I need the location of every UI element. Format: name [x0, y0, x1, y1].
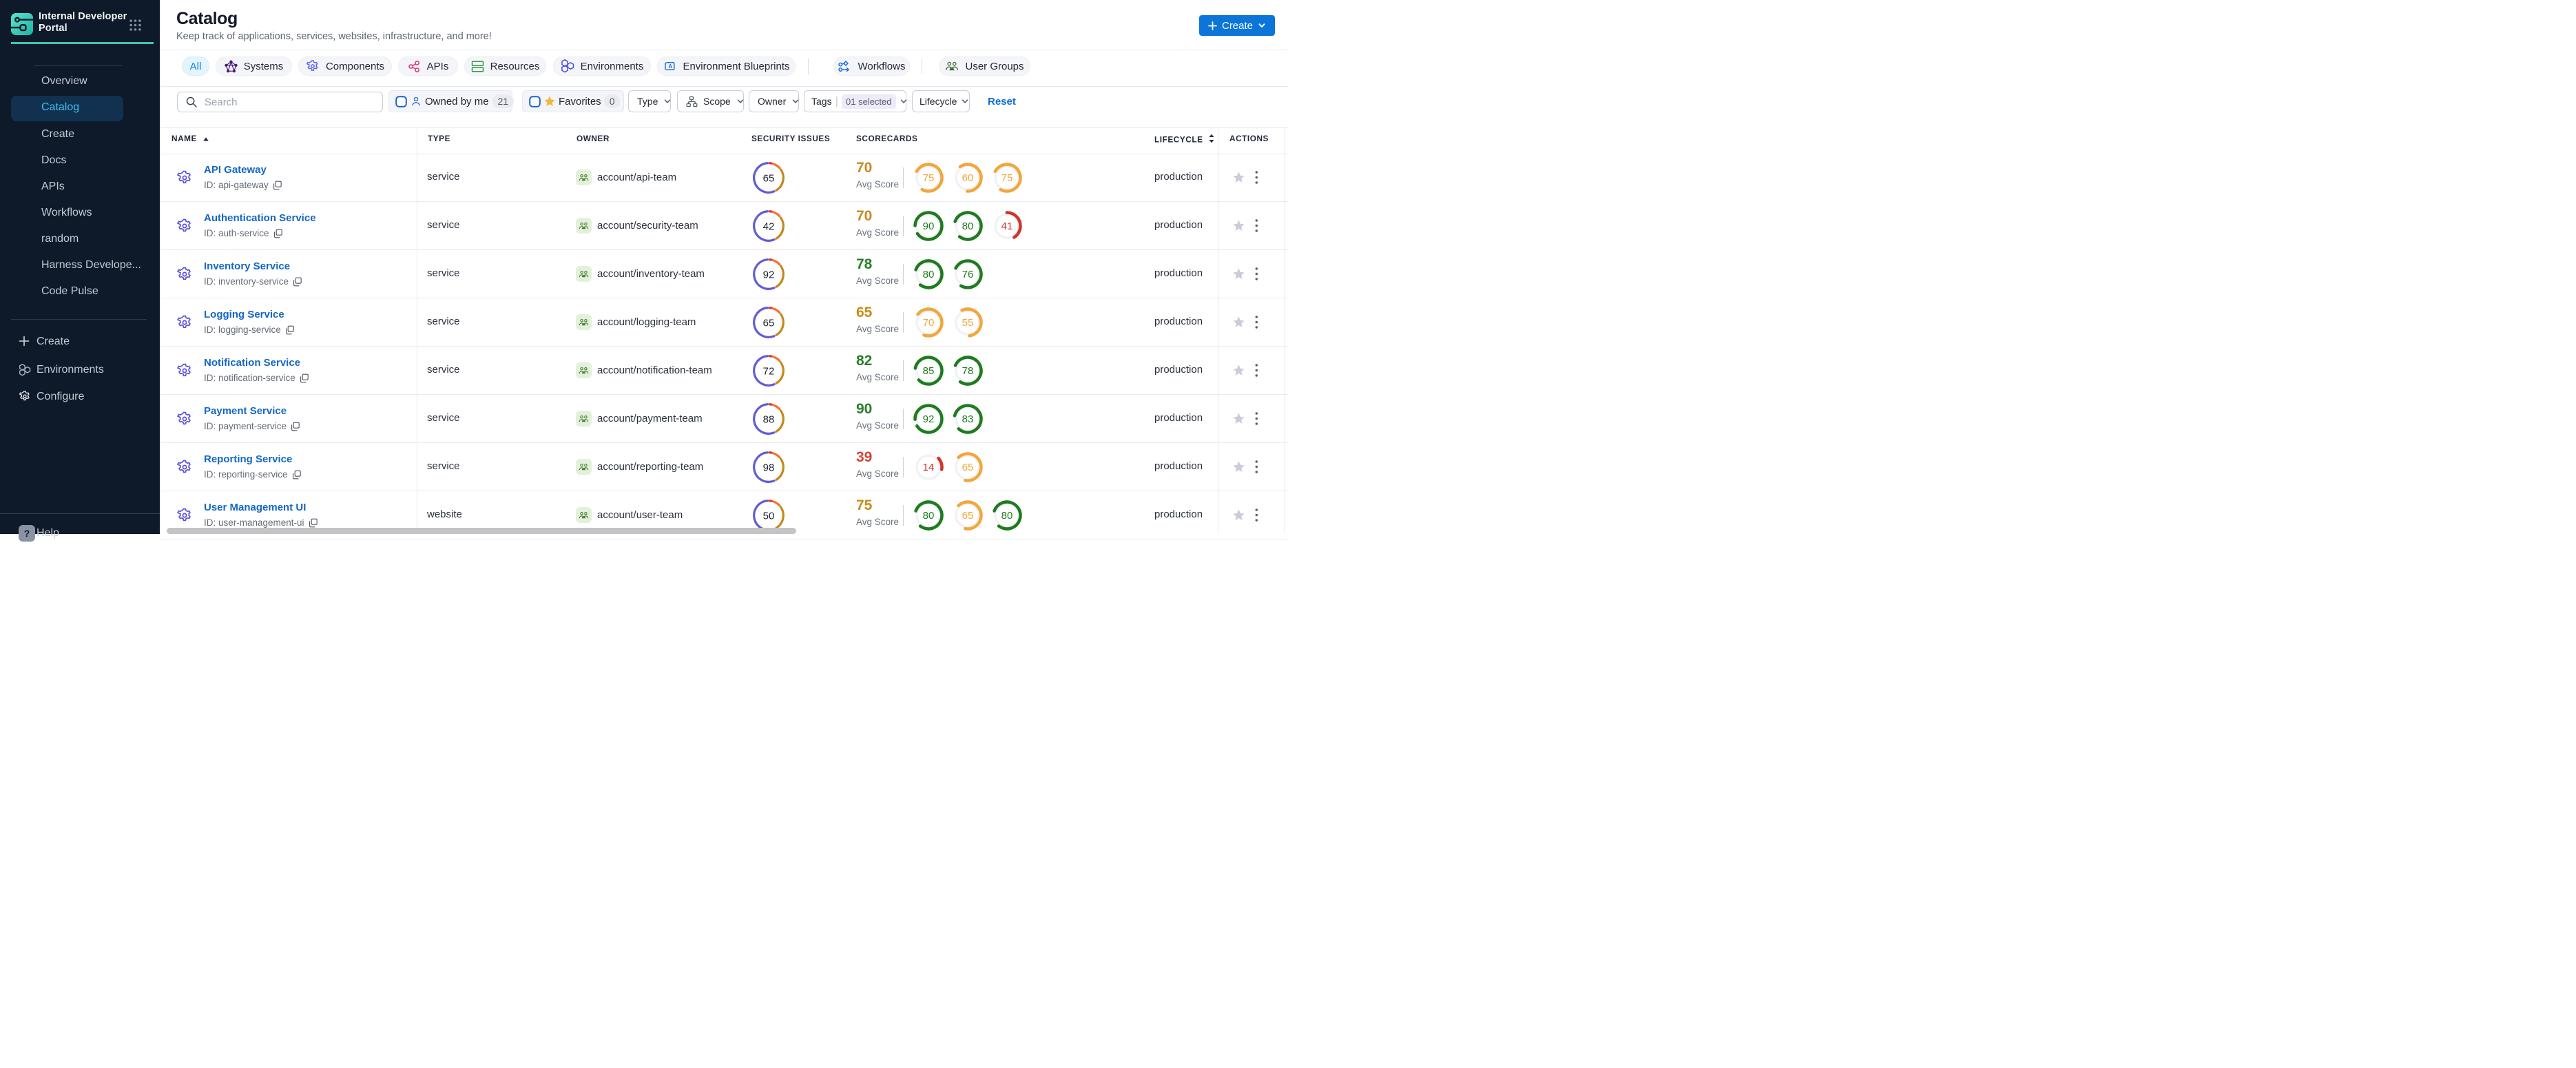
svg-text:65: 65 [763, 173, 775, 185]
svg-text:A: A [669, 63, 673, 70]
svg-text:65: 65 [763, 318, 775, 329]
svg-text:80: 80 [1001, 510, 1013, 522]
svg-text:50: 50 [763, 511, 775, 522]
svg-text:85: 85 [923, 365, 935, 377]
svg-text:?: ? [24, 528, 30, 539]
svg-text:83: 83 [962, 413, 974, 425]
svg-text:75: 75 [923, 172, 935, 184]
svg-text:90: 90 [923, 220, 935, 232]
svg-text:42: 42 [763, 221, 775, 233]
svg-text:76: 76 [962, 269, 974, 280]
svg-text:98: 98 [763, 462, 775, 474]
svg-text:55: 55 [962, 317, 974, 329]
svg-text:14: 14 [923, 462, 935, 473]
svg-text:92: 92 [923, 413, 935, 425]
svg-text:65: 65 [962, 462, 974, 473]
svg-text:65: 65 [962, 510, 974, 522]
svg-text:72: 72 [763, 366, 775, 378]
svg-text:41: 41 [1001, 220, 1013, 232]
svg-text:70: 70 [923, 317, 935, 329]
svg-text:60: 60 [962, 172, 974, 184]
svg-text:75: 75 [1001, 172, 1013, 184]
svg-text:80: 80 [962, 220, 974, 232]
svg-text:88: 88 [763, 414, 775, 426]
svg-text:80: 80 [923, 269, 935, 280]
svg-text:92: 92 [763, 269, 775, 281]
svg-text:80: 80 [923, 510, 935, 522]
svg-text:78: 78 [962, 365, 974, 377]
